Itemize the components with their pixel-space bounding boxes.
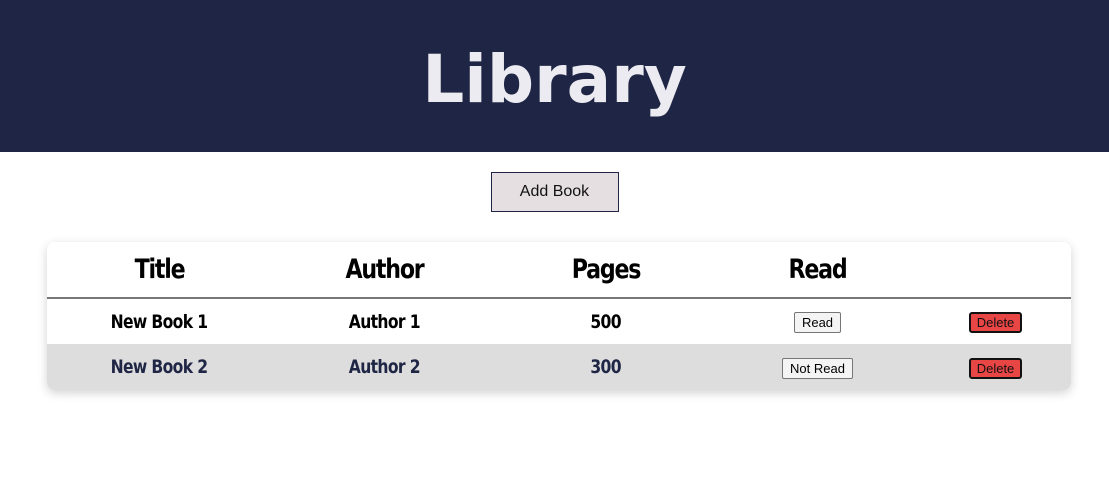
book-pages-cell: 300 [497,344,715,390]
read-status-cell: Not Read [715,344,920,390]
column-header-actions [934,242,1058,298]
book-author-cell: Author 1 [272,298,497,344]
book-title: New Book 2 [111,356,208,378]
books-table: Title Author Pages Read New Book 1 Autho… [47,242,1071,390]
table-header-row: Title Author Pages Read [47,242,1071,298]
book-author-cell: Author 2 [272,344,497,390]
app-header: Library [0,0,1109,152]
delete-book-button[interactable]: Delete [968,357,1023,379]
book-pages: 500 [590,310,622,333]
column-header-author: Author [345,254,424,285]
toolbar: Add Book [0,172,1109,212]
book-author: Author 2 [348,356,421,378]
table-row: New Book 1 Author 1 500 Read Delete [47,298,1071,344]
read-status-cell: Read [715,298,920,344]
delete-book-button[interactable]: Delete [968,312,1023,333]
read-status-toggle-button[interactable]: Read [793,312,842,333]
books-table-card: Title Author Pages Read New Book 1 Autho… [47,242,1071,390]
book-title-cell: New Book 1 [47,298,272,344]
book-author: Author 1 [348,310,421,333]
book-title: New Book 1 [111,310,208,333]
delete-cell: Delete [920,344,1071,390]
column-header-title: Title [134,254,186,285]
table-row: New Book 2 Author 2 300 Not Read Delete [47,344,1071,390]
book-pages: 300 [590,356,622,378]
read-status-toggle-button[interactable]: Not Read [782,357,853,379]
delete-cell: Delete [920,298,1071,344]
book-pages-cell: 500 [497,298,715,344]
column-header-pages: Pages [571,254,642,285]
add-book-button[interactable]: Add Book [490,172,619,212]
book-title-cell: New Book 2 [47,344,272,390]
page-title: Library [422,41,687,118]
column-header-read: Read [788,254,848,285]
